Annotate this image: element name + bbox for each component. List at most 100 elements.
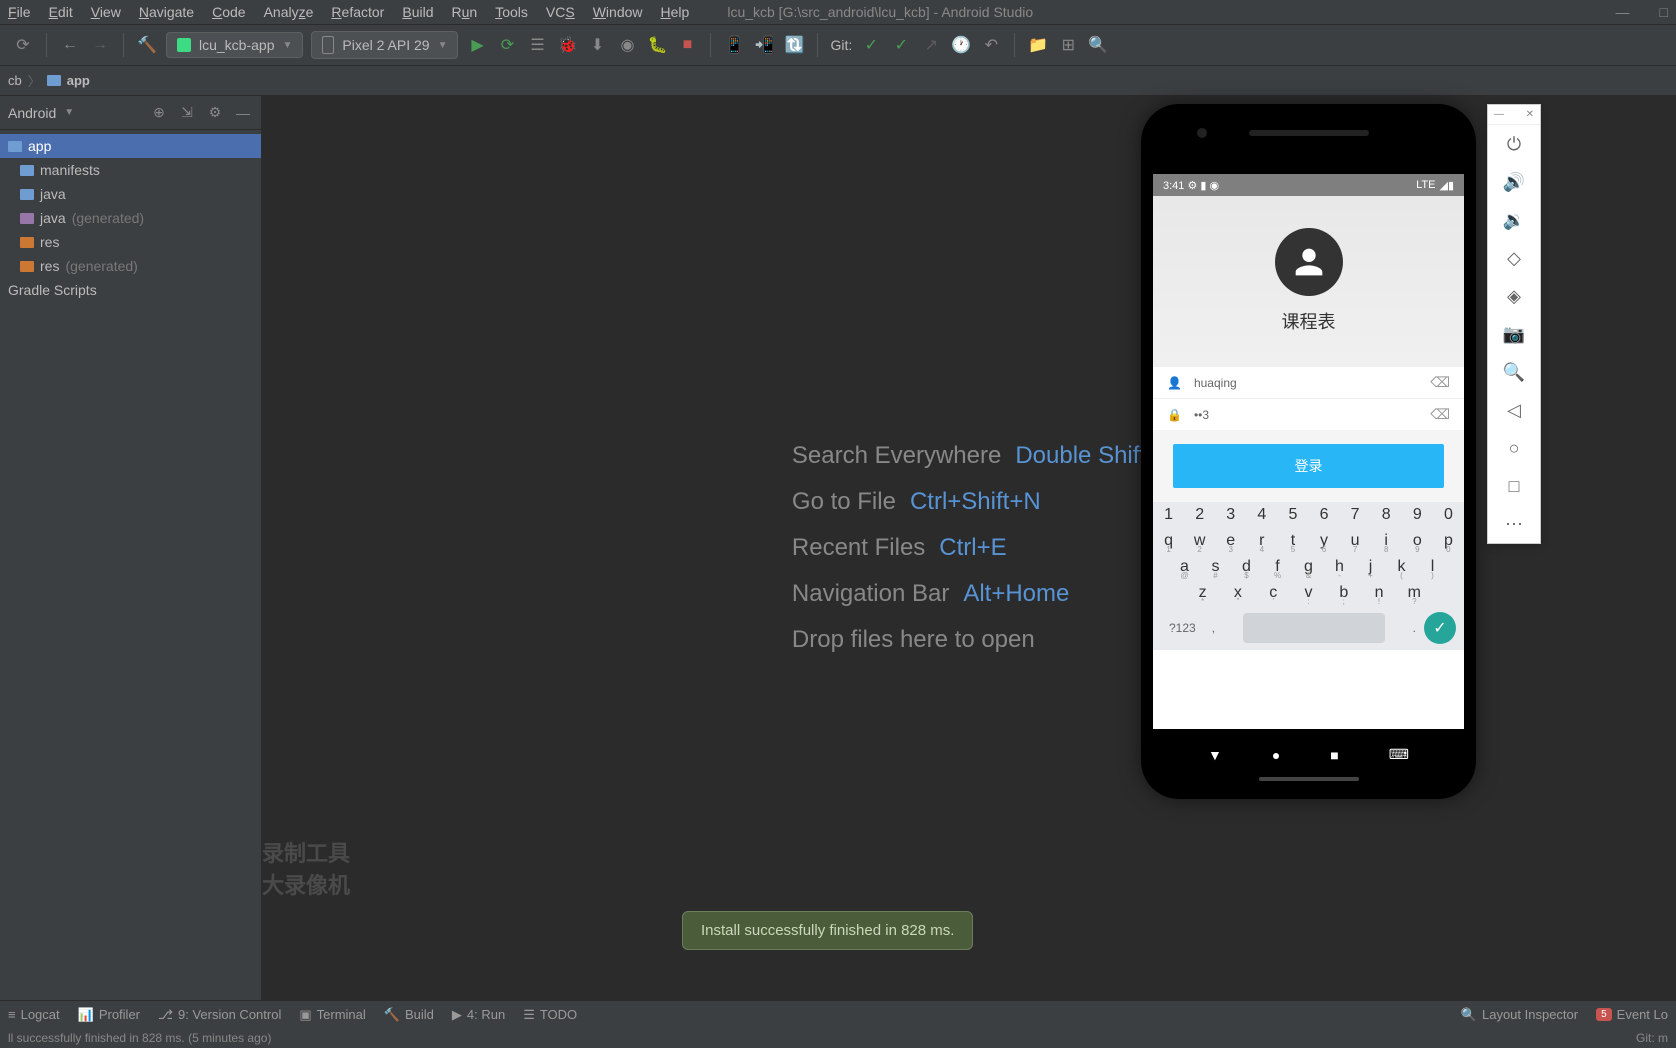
tab-todo[interactable]: ☰ TODO — [523, 1007, 577, 1023]
hide-icon[interactable]: — — [233, 103, 253, 123]
kb-key[interactable]: 7 — [1340, 502, 1371, 528]
kb-key[interactable]: v: — [1291, 580, 1326, 606]
kb-key[interactable]: a@ — [1169, 554, 1200, 580]
emulator-screen[interactable]: 3:41 ⚙ ▮ ◉ LTE◢▮ 课程表 👤 huaqing ⌫ — [1153, 174, 1464, 729]
username-field[interactable]: 👤 huaqing ⌫ — [1153, 366, 1464, 398]
emu-screenshot-icon[interactable]: 📷 — [1488, 315, 1540, 353]
push-icon[interactable]: ✓ — [890, 34, 912, 56]
emu-minimize[interactable]: — — [1494, 109, 1504, 120]
emu-rotate-right-icon[interactable]: ◈ — [1488, 277, 1540, 315]
collapse-icon[interactable]: ⇲ — [177, 103, 197, 123]
run-config-dropdown[interactable]: lcu_kcb-app ▼ — [166, 32, 303, 58]
git-branch[interactable]: Git: m — [1636, 1031, 1668, 1045]
kb-key[interactable]: q1 — [1153, 528, 1184, 554]
pull-icon[interactable]: ↗ — [920, 34, 942, 56]
forward-icon[interactable]: → — [89, 34, 111, 56]
breadcrumb-app[interactable]: app — [67, 73, 90, 88]
kb-key[interactable]: k( — [1386, 554, 1417, 580]
menu-window[interactable]: Window — [593, 4, 643, 20]
run-icon[interactable]: ▶ — [466, 34, 488, 56]
profile-icon[interactable]: ◉ — [616, 34, 638, 56]
kb-key[interactable]: 1 — [1153, 502, 1184, 528]
kb-key[interactable]: c' — [1256, 580, 1291, 606]
stop-icon[interactable]: ■ — [676, 34, 698, 56]
tree-item-java-gen[interactable]: java (generated) — [0, 206, 261, 230]
menu-tools[interactable]: Tools — [495, 4, 528, 20]
project-structure-icon[interactable]: 📁 — [1027, 34, 1049, 56]
kb-key[interactable]: 8 — [1371, 502, 1402, 528]
nav-home[interactable]: ● — [1272, 747, 1280, 763]
kb-key[interactable]: e3 — [1215, 528, 1246, 554]
kb-spacebar[interactable] — [1243, 613, 1385, 643]
menu-build[interactable]: Build — [402, 4, 433, 20]
emu-overview-icon[interactable]: □ — [1488, 467, 1540, 505]
nav-back[interactable]: ▼ — [1208, 747, 1222, 763]
emu-more-icon[interactable]: ⋯ — [1488, 505, 1540, 543]
kb-key[interactable]: 3 — [1215, 502, 1246, 528]
clear-icon[interactable]: ⌫ — [1430, 406, 1450, 423]
menu-code[interactable]: Code — [212, 4, 245, 20]
tab-profiler[interactable]: 📊 Profiler — [78, 1007, 140, 1023]
attach-debugger-icon[interactable]: 🐛 — [646, 34, 668, 56]
history-icon[interactable]: 🕐 — [950, 34, 972, 56]
rollback-icon[interactable]: ↶ — [980, 34, 1002, 56]
emu-rotate-left-icon[interactable]: ◇ — [1488, 239, 1540, 277]
tree-item-manifests[interactable]: manifests — [0, 158, 261, 182]
emu-close[interactable]: ✕ — [1526, 109, 1534, 120]
kb-key[interactable]: 0 — [1433, 502, 1464, 528]
tree-item-app[interactable]: app — [0, 134, 261, 158]
kb-key[interactable]: n! — [1361, 580, 1396, 606]
kb-key[interactable]: m? — [1397, 580, 1432, 606]
kb-key[interactable]: b; — [1326, 580, 1361, 606]
kb-key[interactable]: f% — [1262, 554, 1293, 580]
tab-event-log[interactable]: 5 Event Lo — [1596, 1007, 1668, 1022]
maximize-button[interactable]: □ — [1660, 4, 1668, 20]
kb-key[interactable]: w2 — [1184, 528, 1215, 554]
tree-item-res[interactable]: res — [0, 230, 261, 254]
kb-key[interactable]: r4 — [1246, 528, 1277, 554]
sync-icon[interactable]: 🔃 — [783, 34, 805, 56]
tab-version-control[interactable]: ⎇ 9: Version Control — [158, 1007, 281, 1023]
breadcrumb-root[interactable]: cb — [8, 73, 22, 88]
back-icon[interactable]: ← — [59, 34, 81, 56]
gear-icon[interactable]: ⚙ — [205, 103, 225, 123]
kb-key[interactable]: y6 — [1308, 528, 1339, 554]
login-button[interactable]: 登录 — [1173, 444, 1444, 488]
kb-key[interactable]: u7 — [1340, 528, 1371, 554]
menu-help[interactable]: Help — [661, 4, 690, 20]
tab-logcat[interactable]: ≡ Logcat — [8, 1007, 60, 1022]
kb-key[interactable]: p0 — [1433, 528, 1464, 554]
kb-key[interactable]: 5 — [1277, 502, 1308, 528]
tab-build[interactable]: 🔨 Build — [384, 1007, 434, 1023]
menu-edit[interactable]: Edit — [49, 4, 73, 20]
menu-file[interactable]: File — [8, 4, 31, 20]
kb-key[interactable]: z* — [1185, 580, 1220, 606]
kb-key[interactable]: i8 — [1371, 528, 1402, 554]
tab-terminal[interactable]: ▣ Terminal — [299, 1007, 365, 1023]
kb-key[interactable]: 9 — [1402, 502, 1433, 528]
hammer-icon[interactable]: 🔨 — [136, 34, 158, 56]
kb-key[interactable]: o9 — [1402, 528, 1433, 554]
apply-changes-icon[interactable]: ⟳ — [496, 34, 518, 56]
kb-key[interactable]: h- — [1324, 554, 1355, 580]
sidebar-view-selector[interactable]: Android — [8, 105, 56, 121]
kb-key[interactable]: x" — [1220, 580, 1255, 606]
avd-icon[interactable]: 📱 — [723, 34, 745, 56]
emu-home-icon[interactable]: ○ — [1488, 429, 1540, 467]
clear-icon[interactable]: ⌫ — [1430, 374, 1450, 391]
kb-key[interactable]: d$ — [1231, 554, 1262, 580]
emu-volume-down-icon[interactable]: 🔉 — [1488, 201, 1540, 239]
menu-vcs[interactable]: VCS — [546, 4, 575, 20]
settings-icon[interactable]: ⊞ — [1057, 34, 1079, 56]
emu-back-icon[interactable]: ◁ — [1488, 391, 1540, 429]
kb-symbols[interactable]: ?123 — [1161, 621, 1204, 635]
refresh-icon[interactable]: ⟳ — [12, 34, 34, 56]
password-field[interactable]: 🔒 ••3 ⌫ — [1153, 398, 1464, 430]
kb-key[interactable]: 4 — [1246, 502, 1277, 528]
nav-keyboard[interactable]: ⌨ — [1389, 746, 1409, 763]
kb-key[interactable]: 2 — [1184, 502, 1215, 528]
kb-key[interactable]: g& — [1293, 554, 1324, 580]
kb-key[interactable]: l) — [1417, 554, 1448, 580]
device-dropdown[interactable]: Pixel 2 API 29 ▼ — [311, 31, 458, 59]
search-icon[interactable]: 🔍 — [1087, 34, 1109, 56]
